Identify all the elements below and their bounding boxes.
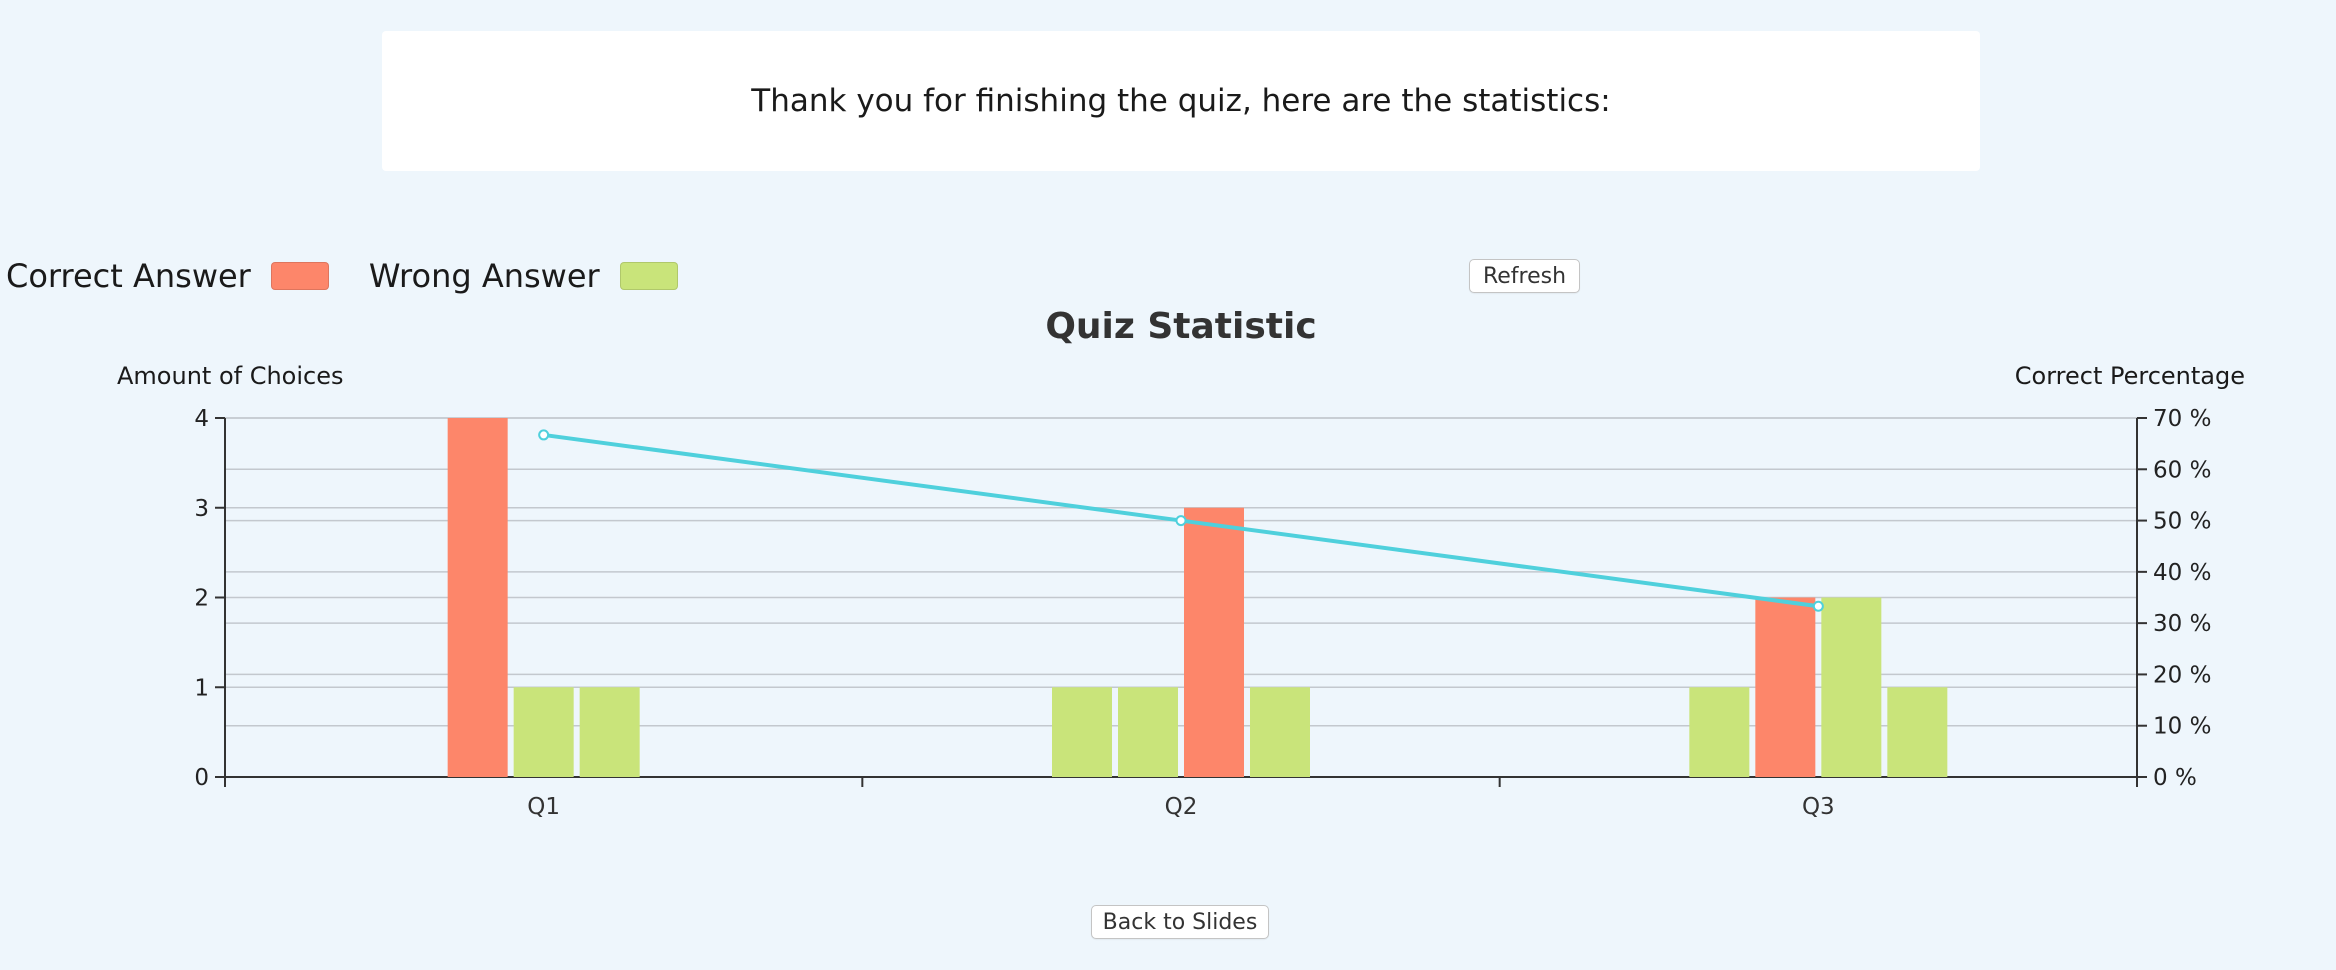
- bar-correct: [447, 418, 508, 777]
- y-tick-label-right: 60 %: [2153, 457, 2211, 483]
- y-tick-label-right: 30 %: [2153, 611, 2211, 637]
- bar-correct: [1184, 507, 1244, 777]
- quiz-statistic-chart: Quiz Statistic Amount of Choices Correct P…: [117, 306, 2245, 820]
- line-point: [1812, 600, 1824, 612]
- bar-wrong: [1887, 687, 1948, 777]
- y-tick-label-right: 0 %: [2153, 765, 2197, 791]
- y-tick-label-right: 20 %: [2153, 662, 2211, 688]
- y-tick-label-right: 40 %: [2153, 560, 2211, 586]
- x-tick-label-q3: Q3: [1802, 794, 1835, 820]
- chart-title: Quiz Statistic: [1045, 306, 1316, 347]
- y-tick-label-left: 0: [194, 765, 209, 791]
- bar-wrong: [579, 687, 640, 777]
- bar-correct: [1755, 597, 1816, 777]
- bar-wrong: [1052, 687, 1112, 777]
- bar-wrong: [1250, 687, 1310, 777]
- back-to-slides-button[interactable]: Back to Slides: [1091, 905, 1269, 939]
- y-axis-label-right: Correct Percentage: [2015, 362, 2245, 390]
- y-tick-label-right: 50 %: [2153, 509, 2211, 535]
- line-point: [1175, 515, 1187, 527]
- y-tick-label-left: 3: [194, 496, 209, 522]
- bar-wrong: [1689, 687, 1750, 777]
- line-point: [538, 429, 550, 441]
- x-tick-label-q2: Q2: [1165, 794, 1198, 820]
- y-tick-label-right: 70 %: [2153, 406, 2211, 432]
- y-tick-label-left: 2: [194, 586, 209, 612]
- bar-wrong: [1821, 597, 1882, 777]
- bar-wrong: [513, 687, 574, 777]
- bar-wrong: [1118, 687, 1178, 777]
- x-tick-label-q1: Q1: [527, 794, 560, 820]
- y-axis-label-left: Amount of Choices: [117, 362, 344, 390]
- y-tick-label-left: 4: [194, 406, 209, 432]
- y-tick-label-left: 1: [194, 675, 209, 701]
- y-tick-label-right: 10 %: [2153, 714, 2211, 740]
